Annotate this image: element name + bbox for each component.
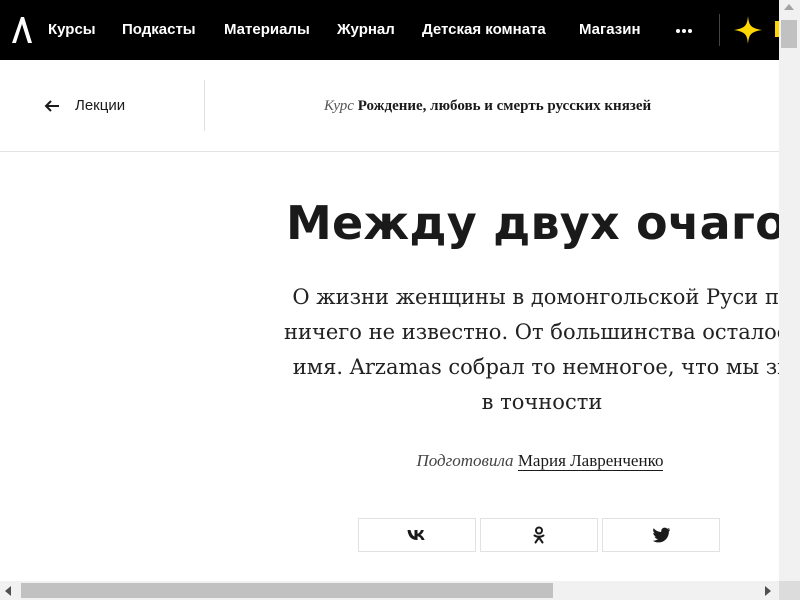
vertical-scrollbar[interactable] <box>779 0 800 581</box>
lecture-subheader: Лекции Курс Рождение, любовь и смерть ру… <box>0 60 779 152</box>
nav-item-kids-room[interactable]: Детская комната <box>422 19 546 41</box>
back-label: Лекции <box>75 97 126 114</box>
nav-item-shop[interactable]: Магазин <box>579 19 641 41</box>
lead-line: имя. Arzamas собрал то немногое, что мы … <box>292 355 779 379</box>
lead-line: О жизни женщины в домонгольской Руси по <box>292 285 779 309</box>
nav-item-journal[interactable]: Журнал <box>337 19 395 41</box>
share-twitter-button[interactable] <box>602 518 720 552</box>
author-link[interactable]: Мария Лавренченко <box>517 451 664 471</box>
share-vk-button[interactable] <box>358 518 476 552</box>
article-header: Между двух очагов О жизни женщины в домо… <box>0 152 779 581</box>
scroll-right-icon[interactable] <box>765 586 771 596</box>
article-lead: О жизни женщины в домонгольской Руси по … <box>160 280 779 420</box>
more-icon[interactable] <box>674 19 694 41</box>
arrow-left-icon <box>44 100 59 112</box>
nav-item-courses[interactable]: Курсы <box>48 19 96 41</box>
lead-line: ничего не известно. От большинства остал… <box>284 320 779 344</box>
byline: Подготовила Мария Лавренченко <box>0 450 779 472</box>
nav-item-materials[interactable]: Материалы <box>224 19 310 41</box>
course-link[interactable]: Курс Рождение, любовь и смерть русских к… <box>324 96 651 116</box>
nav-item-podcasts[interactable]: Подкасты <box>122 19 196 41</box>
scroll-left-icon[interactable] <box>5 586 11 596</box>
twitter-icon <box>652 527 670 543</box>
scrollbar-corner <box>779 581 800 600</box>
vk-icon <box>407 530 425 540</box>
odnoklassniki-icon <box>533 526 545 544</box>
scroll-up-icon[interactable] <box>784 4 794 10</box>
course-title: Рождение, любовь и смерть русских князей <box>357 98 652 114</box>
vertical-scroll-thumb[interactable] <box>781 20 797 48</box>
lead-line: в точности <box>481 390 603 414</box>
top-navigation: Курсы Подкасты Материалы Журнал Детская … <box>0 0 779 60</box>
share-odnoklassniki-button[interactable] <box>480 518 598 552</box>
sparkle-icon[interactable] <box>733 15 763 45</box>
subheader-divider <box>204 80 205 131</box>
article-title: Между двух очагов <box>286 196 779 250</box>
byline-prefix: Подготовила <box>416 451 514 470</box>
horizontal-scroll-thumb[interactable] <box>21 583 553 598</box>
horizontal-scrollbar[interactable] <box>0 581 779 600</box>
arzamas-logo[interactable] <box>10 14 34 44</box>
course-kicker: Курс <box>324 98 354 114</box>
nav-divider <box>719 14 720 46</box>
